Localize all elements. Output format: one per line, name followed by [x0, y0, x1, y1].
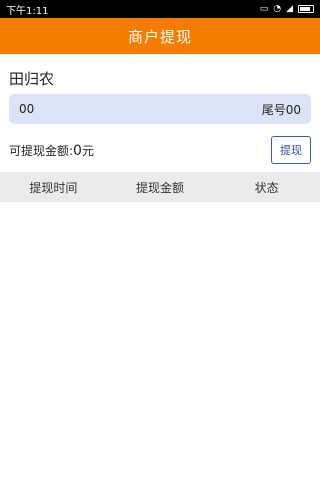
account-number: 00 [19, 102, 35, 116]
available-unit: 元 [81, 143, 94, 158]
column-withdraw-amount: 提现金额 [136, 180, 185, 195]
app-header: 商户提现 [0, 18, 320, 54]
column-status: 状态 [254, 180, 279, 195]
battery-icon [298, 5, 314, 13]
merchant-name: 田归农 [9, 70, 55, 88]
available-amount: 可提现金额: 0 元 [9, 142, 94, 159]
column-withdraw-time: 提现时间 [29, 180, 78, 195]
wifi-icon: ◔ [273, 3, 282, 14]
available-value: 0 [73, 142, 82, 159]
account-tail-number: 尾号00 [261, 102, 301, 117]
status-time: 下午1:11 [6, 5, 49, 17]
status-bar: 下午1:11 ▭ ◔ ◢ [0, 0, 320, 18]
status-icons: ▭ ◔ ◢ [259, 3, 314, 14]
signal-icon: ◢ [286, 3, 293, 14]
available-label: 可提现金额: [9, 143, 74, 158]
withdraw-row: 可提现金额: 0 元 提现 [0, 128, 320, 172]
withdraw-button[interactable]: 提现 [271, 136, 311, 164]
bank-account-box: 00 尾号00 [9, 94, 311, 124]
withdraw-record-list[interactable] [0, 202, 320, 483]
sim-icon: ▭ [259, 3, 269, 14]
page-title: 商户提现 [127, 27, 192, 46]
table-header: 提现时间 提现金额 状态 [0, 172, 320, 202]
